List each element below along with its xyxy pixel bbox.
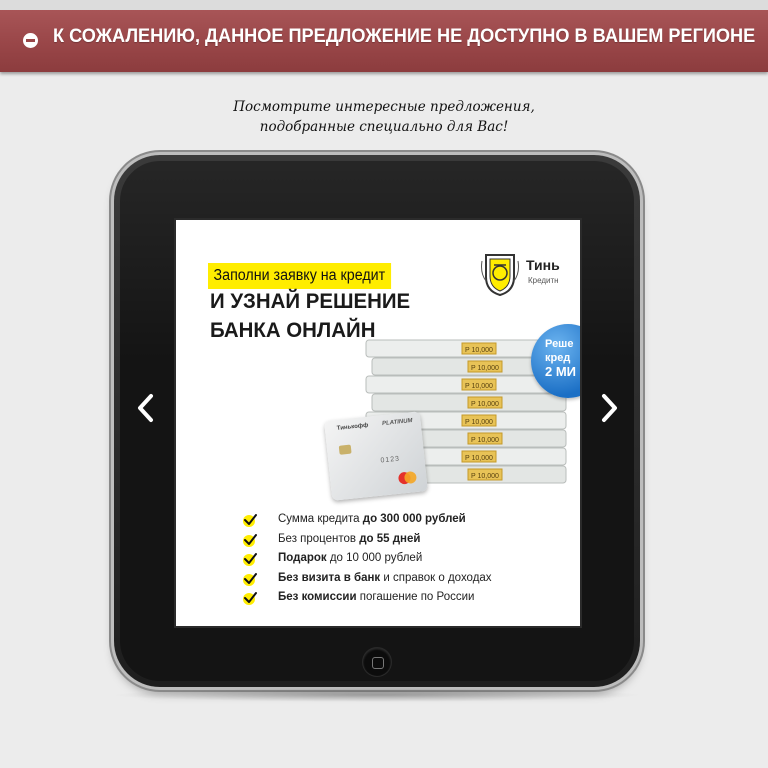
checkmark-icon [243,514,257,527]
feature-text-bold: Подарок [278,552,327,564]
region-unavailable-banner: К СОЖАЛЕНИЮ, ДАННОЕ ПРЕДЛОЖЕНИЕ НЕ ДОСТУ… [0,0,768,72]
banknote-band-label: P 10,000 [471,473,499,480]
banknote-band-label: P 10,000 [465,419,493,426]
banner-message: К СОЖАЛЕНИЮ, ДАННОЕ ПРЕДЛОЖЕНИЕ НЕ ДОСТУ… [53,25,756,47]
feature-text-pre: Без процентов [278,532,360,545]
banknote-band-label: P 10,000 [471,437,499,444]
checkmark-icon [243,572,257,586]
feature-item: Сумма кредита до 300 000 рублей [242,510,492,530]
badge-line-3: 2 МИ [545,364,577,379]
offers-subtitle: Посмотрите интересные предложения, подоб… [0,97,768,137]
card-type: PLATINUM [381,418,413,428]
feature-text-bold: Без комиссии [278,591,357,603]
banknote-band-label: P 10,000 [471,401,499,408]
ad-tag-label: Заполни заявку на кредит [208,263,391,289]
checkmark-icon [243,533,257,547]
bank-emblem-icon [481,254,519,297]
ad-headline-line-1: И УЗНАЙ РЕШЕНИЕ [210,289,411,313]
feature-text-bold: до 55 дней [359,532,421,545]
checkmark-icon [243,592,257,605]
feature-text-bold: Без визита в банк [278,571,381,584]
chevron-right-icon [602,394,617,422]
badge-line-2: кред [545,352,571,364]
mastercard-logo-icon [398,471,417,485]
stop-icon [23,33,38,48]
card-number: 0123 [380,455,401,465]
feature-text-post: до 10 000 рублей [326,552,423,564]
brand-tagline: Кредитн [528,276,559,285]
banknote-band-label: P 10,000 [465,455,493,462]
banknote-band-label: P 10,000 [465,383,493,390]
feature-list: Сумма кредита до 300 000 рублей Без проце… [242,510,492,608]
feature-item: Без процентов до 55 дней [242,530,492,550]
card-chip [338,444,352,455]
badge-line-1: Реше [545,338,574,350]
carousel-next-button[interactable] [598,392,620,424]
credit-card-image: Тинькофф PLATINUM 0123 [324,411,428,501]
banknote-band-label: P 10,000 [465,347,493,354]
bank-logo: Тинь Кредитн [476,249,580,301]
feature-text-post: погашение по России [356,591,475,603]
tablet-shadow [110,688,644,702]
feature-item: Подарок до 10 000 рублей [242,549,492,569]
checkmark-icon [243,553,257,566]
tablet-home-button [363,648,391,676]
offer-ad-slide[interactable]: Тинь Кредитн Заполни заявку на кредит И … [176,220,580,626]
feature-text-post: и справок о доходах [380,571,492,584]
banknote-band-label: P 10,000 [471,365,499,372]
subtitle-line-1: Посмотрите интересные предложения, [233,99,535,115]
feature-item: Без визита в банк и справок о доходах [242,569,492,589]
chevron-left-icon [138,394,153,422]
feature-text-pre: Сумма кредита [278,513,363,525]
feature-item: Без комиссии погашение по России [242,588,492,608]
card-brand-name: Тинькофф [336,422,369,432]
brand-name: Тинь [526,257,560,273]
carousel-prev-button[interactable] [135,392,157,424]
subtitle-line-2: подобранные специально для Вас! [259,119,509,135]
feature-text-bold: до 300 000 рублей [362,513,466,525]
